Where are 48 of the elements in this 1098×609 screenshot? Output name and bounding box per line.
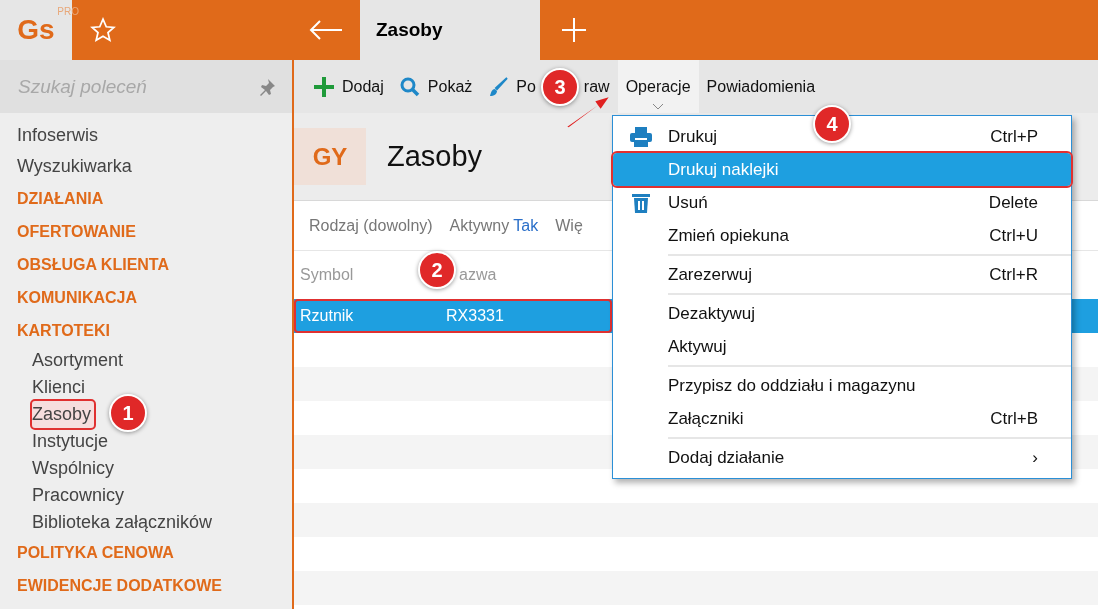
search-icon <box>399 76 420 97</box>
page-title: Zasoby <box>387 140 483 173</box>
plus-icon <box>314 76 334 97</box>
menu-item[interactable]: Dodaj działanie <box>668 447 785 467</box>
menu-item[interactable]: Przypisz do oddziału i magazynu <box>668 375 916 395</box>
star-icon[interactable] <box>90 17 116 43</box>
table-cell-text: RX3331 <box>446 307 505 325</box>
shortcut-label: Delete <box>988 192 1038 213</box>
filter-label[interactable]: Wię <box>555 216 583 235</box>
record-badge: GY <box>294 128 366 185</box>
logo: Gs <box>17 14 55 45</box>
search-field[interactable]: Szukaj poleceń <box>0 60 292 113</box>
filter-label[interactable]: Rodzaj (dowolny) <box>309 216 433 235</box>
search-input[interactable]: Szukaj poleceń <box>18 75 218 98</box>
sidebar-item[interactable]: Klienci <box>32 374 89 401</box>
trash-icon <box>631 192 650 213</box>
printer-icon <box>629 126 652 147</box>
shortcut-label: Ctrl+B <box>990 408 1038 429</box>
toolbar-button[interactable]: Operacje <box>617 60 699 113</box>
menu-item[interactable]: Usuń <box>668 192 708 212</box>
menu-item[interactable]: Załączniki <box>668 408 744 428</box>
menu-item[interactable]: Aktywuj <box>668 336 727 356</box>
back-arrow-icon[interactable] <box>309 20 343 40</box>
menu-item[interactable]: Drukuj <box>668 126 718 146</box>
submenu-chevron[interactable]: › <box>1032 447 1038 468</box>
filter-label[interactable]: Aktywny Tak <box>449 216 539 235</box>
pin-icon[interactable] <box>258 77 276 96</box>
sidebar-item[interactable]: Asortyment <box>32 347 127 374</box>
toolbar-button[interactable]: Pokaż <box>391 60 481 113</box>
toolbar-button[interactable]: Dodaj <box>306 60 392 113</box>
sidebar-item[interactable]: Wyszukiwarka <box>17 151 292 182</box>
sidebar-item[interactable]: Zasoby <box>32 401 95 428</box>
table-cell-text: Rzutnik <box>300 307 355 325</box>
sidebar-item[interactable]: Wspólnicy <box>32 455 118 482</box>
menu-item[interactable]: Zarezerwuj <box>668 264 753 284</box>
shortcut-label: Ctrl+R <box>989 264 1038 285</box>
menu-item[interactable]: Dezaktywuj <box>668 303 755 323</box>
sidebar-item[interactable]: Infoserwis <box>17 120 292 151</box>
shortcut-label: Ctrl+P <box>990 126 1038 147</box>
plus-icon[interactable] <box>561 17 587 43</box>
sidebar-item[interactable]: Pracownicy <box>32 482 128 509</box>
chevron-icon <box>652 104 665 110</box>
shortcut-label: Ctrl+U <box>989 225 1038 246</box>
sidebar-item[interactable]: Biblioteka załączników <box>32 509 216 536</box>
tab[interactable]: Zasoby <box>360 0 540 60</box>
brush-icon <box>488 76 509 97</box>
menu-item[interactable]: Zmień opiekuna <box>668 225 789 245</box>
sidebar-item[interactable]: Instytucje <box>32 428 112 455</box>
